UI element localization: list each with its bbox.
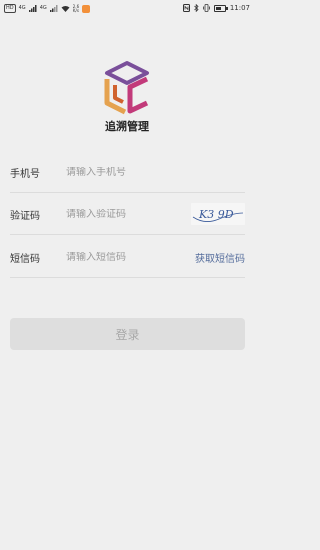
nfc-icon bbox=[182, 4, 190, 12]
network-speed: 2.6 K/s bbox=[72, 4, 79, 13]
status-bar: HD 4G 4G 2.6 K/s 11:07 bbox=[0, 0, 254, 18]
phone-input[interactable] bbox=[66, 166, 245, 178]
sms-input[interactable] bbox=[66, 251, 195, 263]
sms-row: 短信码 获取短信码 bbox=[10, 237, 245, 278]
wifi-icon bbox=[61, 6, 70, 12]
captcha-label: 验证码 bbox=[10, 210, 40, 222]
phone-row: 手机号 bbox=[10, 152, 245, 193]
app-logo-icon bbox=[104, 61, 149, 115]
captcha-input[interactable] bbox=[66, 208, 191, 220]
app-title: 追溯管理 bbox=[105, 120, 149, 133]
notification-app-icon bbox=[82, 4, 91, 13]
signal-2-icon bbox=[49, 5, 58, 12]
bluetooth-icon bbox=[194, 4, 199, 12]
battery-icon bbox=[213, 4, 228, 12]
login-button[interactable]: 登录 bbox=[10, 318, 245, 350]
phone-label: 手机号 bbox=[10, 168, 40, 180]
clock: 11:07 bbox=[229, 4, 250, 12]
captcha-text: K3 9D bbox=[198, 208, 234, 221]
network-1-label: 4G bbox=[18, 5, 26, 11]
vibrate-icon bbox=[202, 4, 210, 12]
status-right: 11:07 bbox=[182, 4, 250, 12]
speed-unit: K/s bbox=[72, 7, 79, 13]
status-left: HD 4G 4G 2.6 K/s bbox=[4, 4, 91, 13]
sms-label: 短信码 bbox=[10, 253, 40, 265]
captcha-image[interactable]: K3 9D bbox=[191, 203, 245, 225]
signal-1-icon bbox=[28, 5, 37, 12]
hd-badge: HD bbox=[4, 4, 16, 13]
captcha-row: 验证码 K3 9D bbox=[10, 194, 245, 235]
battery-level bbox=[215, 6, 221, 10]
network-2-label: 4G bbox=[39, 5, 47, 11]
get-sms-code-button[interactable]: 获取短信码 bbox=[195, 250, 245, 265]
